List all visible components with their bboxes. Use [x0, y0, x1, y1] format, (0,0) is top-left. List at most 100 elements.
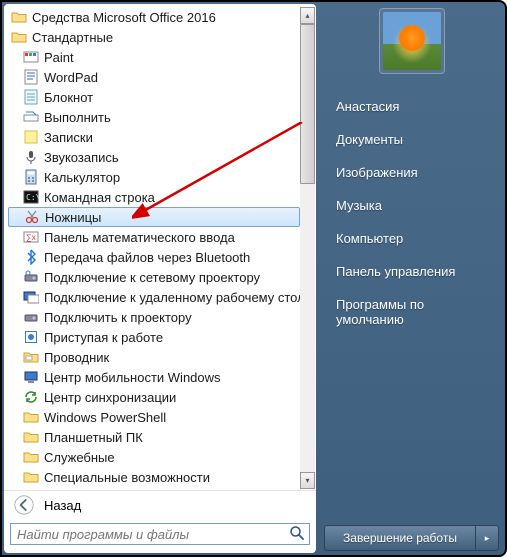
program-item[interactable]: Приступая к работе	[8, 327, 300, 347]
program-label: Панель математического ввода	[44, 230, 235, 245]
right-panel-link[interactable]: Программы по умолчанию	[332, 288, 495, 336]
program-label: Блокнот	[44, 90, 93, 105]
folder-icon	[22, 468, 40, 486]
math-icon: ∑x	[22, 228, 40, 246]
svg-text:∑x: ∑x	[26, 233, 36, 242]
program-label: Приступая к работе	[44, 330, 163, 345]
back-label: Назад	[44, 498, 81, 513]
svg-text:C:\: C:\	[26, 193, 39, 202]
program-item[interactable]: Записки	[8, 127, 300, 147]
proj-icon	[22, 308, 40, 326]
program-label: Ножницы	[45, 210, 101, 225]
scroll-up-button[interactable]: ▴	[300, 7, 315, 24]
start-menu: Средства Microsoft Office 2016 Стандартны…	[0, 0, 507, 557]
program-item[interactable]: Калькулятор	[8, 167, 300, 187]
back-arrow-icon	[12, 493, 36, 517]
folder-item[interactable]: Специальные возможности	[8, 467, 300, 487]
right-panel-link[interactable]: Изображения	[332, 156, 495, 189]
folder-icon	[10, 28, 28, 46]
right-panel-link[interactable]: Анастасия	[332, 90, 495, 123]
welcome-icon	[22, 328, 40, 346]
program-item[interactable]: Проводник	[8, 347, 300, 367]
search-icon	[289, 525, 305, 544]
right-panel-link[interactable]: Документы	[332, 123, 495, 156]
calc-icon	[22, 168, 40, 186]
program-label: Звукозапись	[44, 150, 119, 165]
folder-item[interactable]: Планшетный ПК	[8, 427, 300, 447]
avatar-image	[383, 12, 441, 70]
program-item[interactable]: Блокнот	[8, 87, 300, 107]
right-links: АнастасияДокументыИзображенияМузыкаКомпь…	[332, 90, 495, 336]
right-panel-link[interactable]: Панель управления	[332, 255, 495, 288]
wordpad-icon	[22, 68, 40, 86]
program-item[interactable]: Подключение к удаленному рабочему столу	[8, 287, 300, 307]
program-item[interactable]: Передача файлов через Bluetooth	[8, 247, 300, 267]
shutdown-button[interactable]: Завершение работы	[324, 525, 475, 551]
bt-icon	[22, 248, 40, 266]
program-item[interactable]: ∑x Панель математического ввода	[8, 227, 300, 247]
folder-label: Средства Microsoft Office 2016	[32, 10, 216, 25]
program-label: Калькулятор	[44, 170, 120, 185]
folder-icon	[22, 428, 40, 446]
program-label: Выполнить	[44, 110, 111, 125]
program-label: Проводник	[44, 350, 109, 365]
shutdown-area: Завершение работы ▸	[324, 525, 499, 549]
program-label: Подключение к сетевому проектору	[44, 270, 260, 285]
program-item[interactable]: Звукозапись	[8, 147, 300, 167]
folder-item[interactable]: Стандартные	[8, 27, 300, 47]
scroll-down-button[interactable]: ▾	[300, 472, 315, 489]
program-item[interactable]: Выполнить	[8, 107, 300, 127]
scrollbar[interactable]: ▴ ▾	[300, 7, 315, 489]
back-row[interactable]: Назад	[4, 490, 316, 519]
run-icon	[22, 108, 40, 126]
user-panel: АнастасияДокументыИзображенияМузыкаКомпь…	[318, 2, 505, 555]
program-list: Средства Microsoft Office 2016 Стандартны…	[4, 4, 316, 490]
folder-icon	[22, 448, 40, 466]
folder-label: Windows PowerShell	[44, 410, 166, 425]
search-input[interactable]	[15, 526, 289, 543]
scroll-thumb[interactable]	[300, 24, 315, 184]
program-item[interactable]: Центр мобильности Windows	[8, 367, 300, 387]
explorer-icon	[22, 348, 40, 366]
program-label: Подключение к удаленному рабочему столу	[44, 290, 300, 305]
shutdown-label: Завершение работы	[343, 531, 457, 545]
program-label: Передача файлов через Bluetooth	[44, 250, 250, 265]
right-panel-link[interactable]: Музыка	[332, 189, 495, 222]
rdp-icon	[22, 288, 40, 306]
mob-icon	[22, 368, 40, 386]
program-label: Центр синхронизации	[44, 390, 176, 405]
folder-label: Стандартные	[32, 30, 113, 45]
program-label: Записки	[44, 130, 93, 145]
sync-icon	[22, 388, 40, 406]
program-item[interactable]: C:\ Командная строка	[8, 187, 300, 207]
program-item[interactable]: Подключить к проектору	[8, 307, 300, 327]
program-label: Командная строка	[44, 190, 155, 205]
folder-icon	[22, 408, 40, 426]
folder-item[interactable]: Средства Microsoft Office 2016	[8, 7, 300, 27]
shutdown-options-button[interactable]: ▸	[475, 525, 499, 551]
folder-label: Планшетный ПК	[44, 430, 143, 445]
program-label: Подключить к проектору	[44, 310, 192, 325]
program-label: WordPad	[44, 70, 98, 85]
program-item[interactable]: Центр синхронизации	[8, 387, 300, 407]
sticky-icon	[22, 128, 40, 146]
program-item[interactable]: WordPad	[8, 67, 300, 87]
right-panel-link[interactable]: Компьютер	[332, 222, 495, 255]
netproj-icon	[22, 268, 40, 286]
notepad-icon	[22, 88, 40, 106]
program-item[interactable]: Подключение к сетевому проектору	[8, 267, 300, 287]
mic-icon	[22, 148, 40, 166]
cmd-icon: C:\	[22, 188, 40, 206]
search-box[interactable]	[10, 523, 310, 545]
program-item[interactable]: Paint	[8, 47, 300, 67]
user-avatar[interactable]	[379, 8, 445, 74]
program-item[interactable]: Ножницы	[8, 207, 300, 227]
folder-label: Служебные	[44, 450, 115, 465]
folder-label: Специальные возможности	[44, 470, 210, 485]
program-label: Центр мобильности Windows	[44, 370, 221, 385]
programs-panel: Средства Microsoft Office 2016 Стандартны…	[4, 4, 316, 553]
paint-icon	[22, 48, 40, 66]
folder-item[interactable]: Windows PowerShell	[8, 407, 300, 427]
folder-item[interactable]: Служебные	[8, 447, 300, 467]
snip-icon	[23, 208, 41, 226]
